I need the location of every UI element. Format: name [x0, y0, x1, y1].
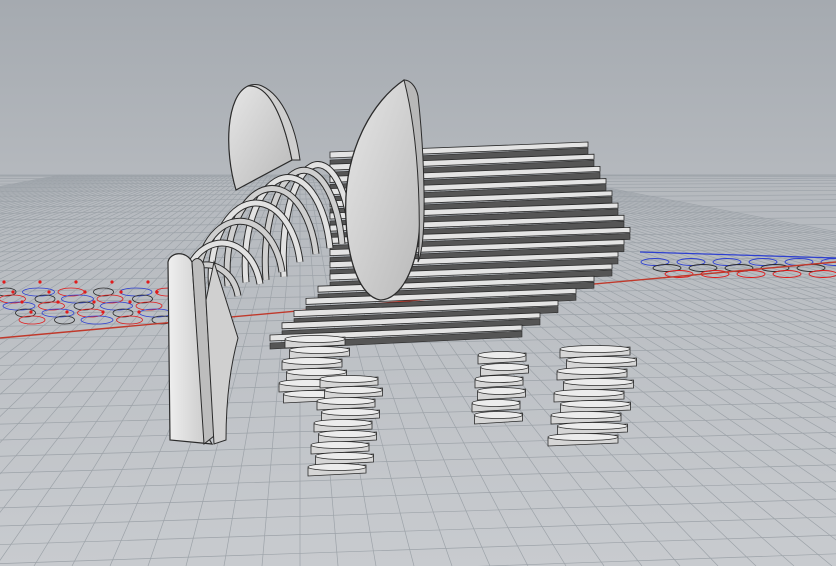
cut-part-mark [56, 300, 60, 304]
front-leg-slice-top [318, 430, 377, 438]
cut-part-mark [65, 310, 69, 314]
cut-part-mark [29, 310, 33, 314]
front-leg-slice-top [310, 441, 370, 449]
back-leg-slice-top [474, 411, 523, 419]
front-leg-slice-top [324, 386, 383, 394]
cut-part-mark [92, 300, 96, 304]
cut-part-mark [83, 290, 87, 294]
cut-part-mark [128, 300, 132, 304]
back-leg-slice-top [553, 389, 625, 397]
cut-part-mark [137, 310, 141, 314]
front-leg-slice-top [307, 463, 367, 471]
cut-part-mark [20, 300, 24, 304]
front-leg-slice-top [284, 335, 346, 343]
cut-part-mark [47, 290, 51, 294]
back-leg-slice-top [563, 378, 634, 386]
cut-part-mark [2, 280, 6, 284]
cut-part-mark [38, 280, 42, 284]
back-leg-slice-top [566, 356, 637, 364]
3d-scene-canvas[interactable] [0, 0, 836, 566]
cut-part-mark [146, 280, 150, 284]
front-leg-slice-top [281, 357, 343, 365]
back-leg-slice-top [477, 351, 527, 359]
cut-part-mark [11, 290, 15, 294]
rhino-perspective-viewport[interactable] [0, 0, 836, 566]
cut-part-mark [74, 280, 78, 284]
back-leg-slice-top [480, 363, 529, 371]
cut-part-mark [101, 310, 105, 314]
cut-part-mark [155, 290, 159, 294]
front-leg-slice-top [315, 452, 374, 460]
front-leg-slice-top [286, 368, 347, 376]
back-leg-slice-top [560, 400, 631, 408]
front-leg-slice-top [289, 346, 350, 354]
cut-part-mark [119, 290, 123, 294]
back-leg-slice-top [471, 399, 521, 407]
back-leg-slice-top [547, 433, 619, 441]
back-leg-slice-top [477, 387, 526, 395]
front-leg-slice-top [313, 419, 373, 427]
front-leg-slice-top [321, 408, 380, 416]
front-leg-slice-top [319, 375, 379, 383]
cut-part-mark [110, 280, 114, 284]
back-leg-slice-top [556, 367, 628, 375]
back-leg-slice-top [550, 411, 622, 419]
back-leg-slice-top [557, 422, 628, 430]
back-leg-slice-top [559, 345, 631, 353]
front-leg-slice-top [316, 397, 376, 405]
back-leg-slice-top [474, 375, 524, 383]
